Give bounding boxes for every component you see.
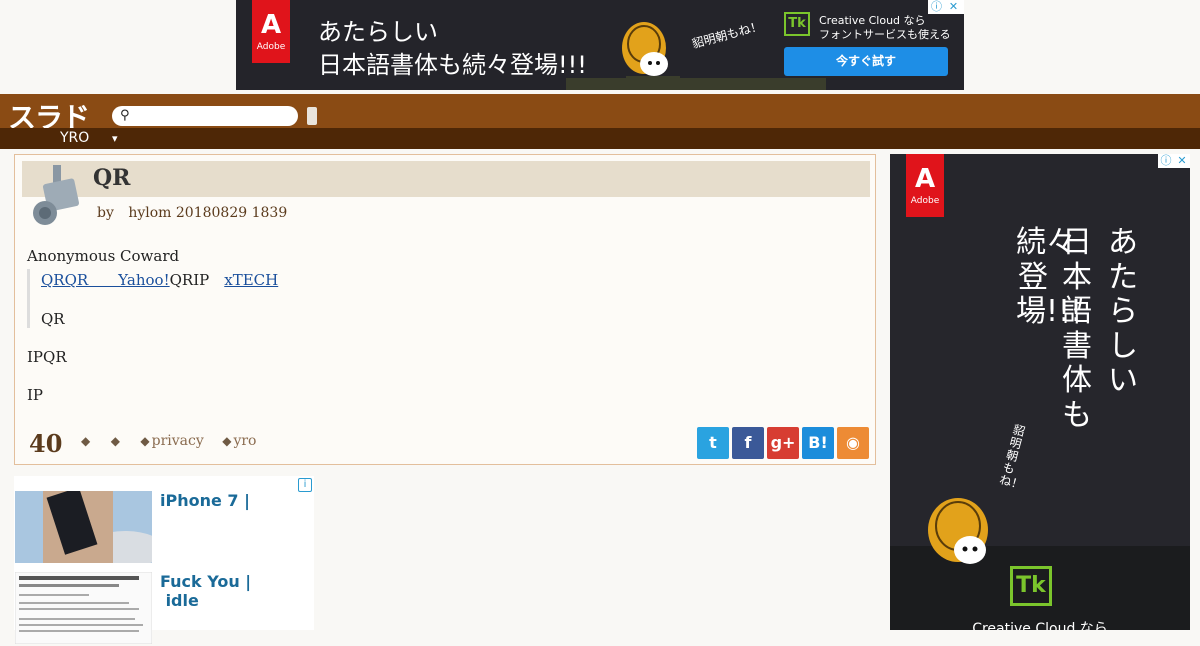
tag-item[interactable]: ◆ [111,433,122,449]
googleplus-share-icon[interactable]: g+ [767,427,799,459]
info-icon[interactable]: i [298,478,312,492]
ad-info-icon[interactable]: ⓘ [928,0,945,14]
body-paragraph: IPQR [27,348,67,366]
adobe-logo: A Adobe [252,0,290,63]
chevron-down-icon[interactable]: ▾ [112,132,118,145]
adobe-logo-mark: A [914,164,936,194]
typekit-logo: Tk [1010,566,1052,606]
quote-text: QRIP [169,271,225,289]
phone-photo-thumbnail [15,491,152,563]
search-button[interactable] [307,107,317,125]
comment-count[interactable]: 40 [29,429,62,458]
tag-list: ◆ ◆ ◆ privacy ◆ yro [81,433,270,449]
tag-icon: ◆ [222,434,232,448]
sidebar-ad[interactable]: ⓘ ✕ A Adobe あたらしい 日本語書体も 続々登場!!! 貂明朝もね！ T… [890,154,1190,630]
ad-close-icon[interactable]: ✕ [945,0,962,14]
tag-item[interactable]: ◆ privacy [140,433,203,449]
cc-text-line2: フォントサービスも使える [819,28,951,41]
tag-icon: ◆ [110,434,120,448]
ad-badges: ⓘ ✕ [928,0,964,14]
submitter-name: Anonymous Coward [27,247,180,265]
quote-paragraph-2: QR [41,310,65,328]
quote-paragraph: QRQR Yahoo!QRIP xTECH [41,269,857,290]
hatena-bookmark-icon[interactable]: B! [802,427,834,459]
ad-ground [566,78,826,90]
typekit-logo: Tk [784,12,810,36]
top-banner-ad[interactable]: A Adobe あたらしい 日本語書体も続々登場!!! 貂明朝もね！ Tk Cr… [236,0,964,90]
security-camera-topic-icon [33,165,80,225]
ad-badges: ⓘ ✕ [1158,154,1190,168]
top-banner-area: A Adobe あたらしい 日本語書体も続々登場!!! 貂明朝もね！ Tk Cr… [0,0,1200,94]
try-now-button[interactable]: 今すぐ試す [784,47,948,76]
section-nav: YRO ▾ [0,128,1200,149]
search-icon: ⚲ [120,108,130,123]
story-article: QR by hylom 20180829 1839 Anonymous Cowa… [14,154,876,465]
document-thumbnail [15,572,152,644]
related-item[interactable]: iPhone 7 | [14,491,314,565]
byline-by: by [97,205,114,221]
adobe-logo-text: Adobe [256,42,286,52]
ad-headline-line2: 日本語書体も続々登場!!! [318,51,587,79]
adobe-logo-mark: A [260,10,282,40]
ferret-mascot-illustration [622,22,680,80]
related-title[interactable]: iPhone 7 | [160,491,250,510]
story-quote: QRQR Yahoo!QRIP xTECH QR [27,269,857,328]
adobe-logo: A Adobe [906,154,944,217]
ad-vertical-caption: 貂明朝もね！ [690,18,764,52]
title-bar [22,161,870,197]
ad-vertical-line1: あたらしい [1108,225,1138,398]
ad-info-icon[interactable]: ⓘ [1158,154,1174,168]
story-title[interactable]: QR [93,165,130,191]
story-body: Anonymous Coward QRQR Yahoo!QRIP xTECH Q… [27,247,857,424]
site-header: スラド ⚲ [0,94,1200,134]
ad-vertical-caption: 貂明朝もね！ [997,422,1027,493]
related-item[interactable]: Fuck You | idle [14,572,314,646]
xtech-link[interactable]: xTECH [224,271,278,289]
ferret-mascot-illustration [928,498,988,564]
facebook-share-icon[interactable]: f [732,427,764,459]
body-paragraph-2: IP [27,386,44,404]
author-date: hylom 20180829 1839 [128,205,288,221]
tag-icon: ◆ [81,434,91,448]
tag-icon: ◆ [140,434,150,448]
ad-vertical-line3: 続々登場!!! [1016,225,1083,329]
ad-headline-line1: あたらしい [318,18,438,46]
adobe-logo-text: Adobe [910,196,940,206]
related-stories: i iPhone 7 | Fuck You | idle [14,476,314,644]
twitter-share-icon[interactable]: t [697,427,729,459]
section-label[interactable]: YRO [60,130,89,146]
ad-close-icon[interactable]: ✕ [1174,154,1190,168]
tag-item[interactable]: ◆ [81,433,92,449]
tag-item[interactable]: ◆ yro [222,433,256,449]
related-title[interactable]: Fuck You | idle [160,572,251,610]
rss-feed-icon[interactable]: ◉ [837,427,869,459]
cc-text: Creative Cloud なら [972,621,1108,630]
search-input[interactable]: ⚲ [112,106,298,126]
byline: by hylom 20180829 1839 [97,205,287,221]
tag-label: yro [233,433,257,449]
source-link[interactable]: QRQR Yahoo! [41,271,170,289]
tag-label: privacy [151,433,204,449]
share-buttons: t f g+ B! ◉ [694,427,869,459]
